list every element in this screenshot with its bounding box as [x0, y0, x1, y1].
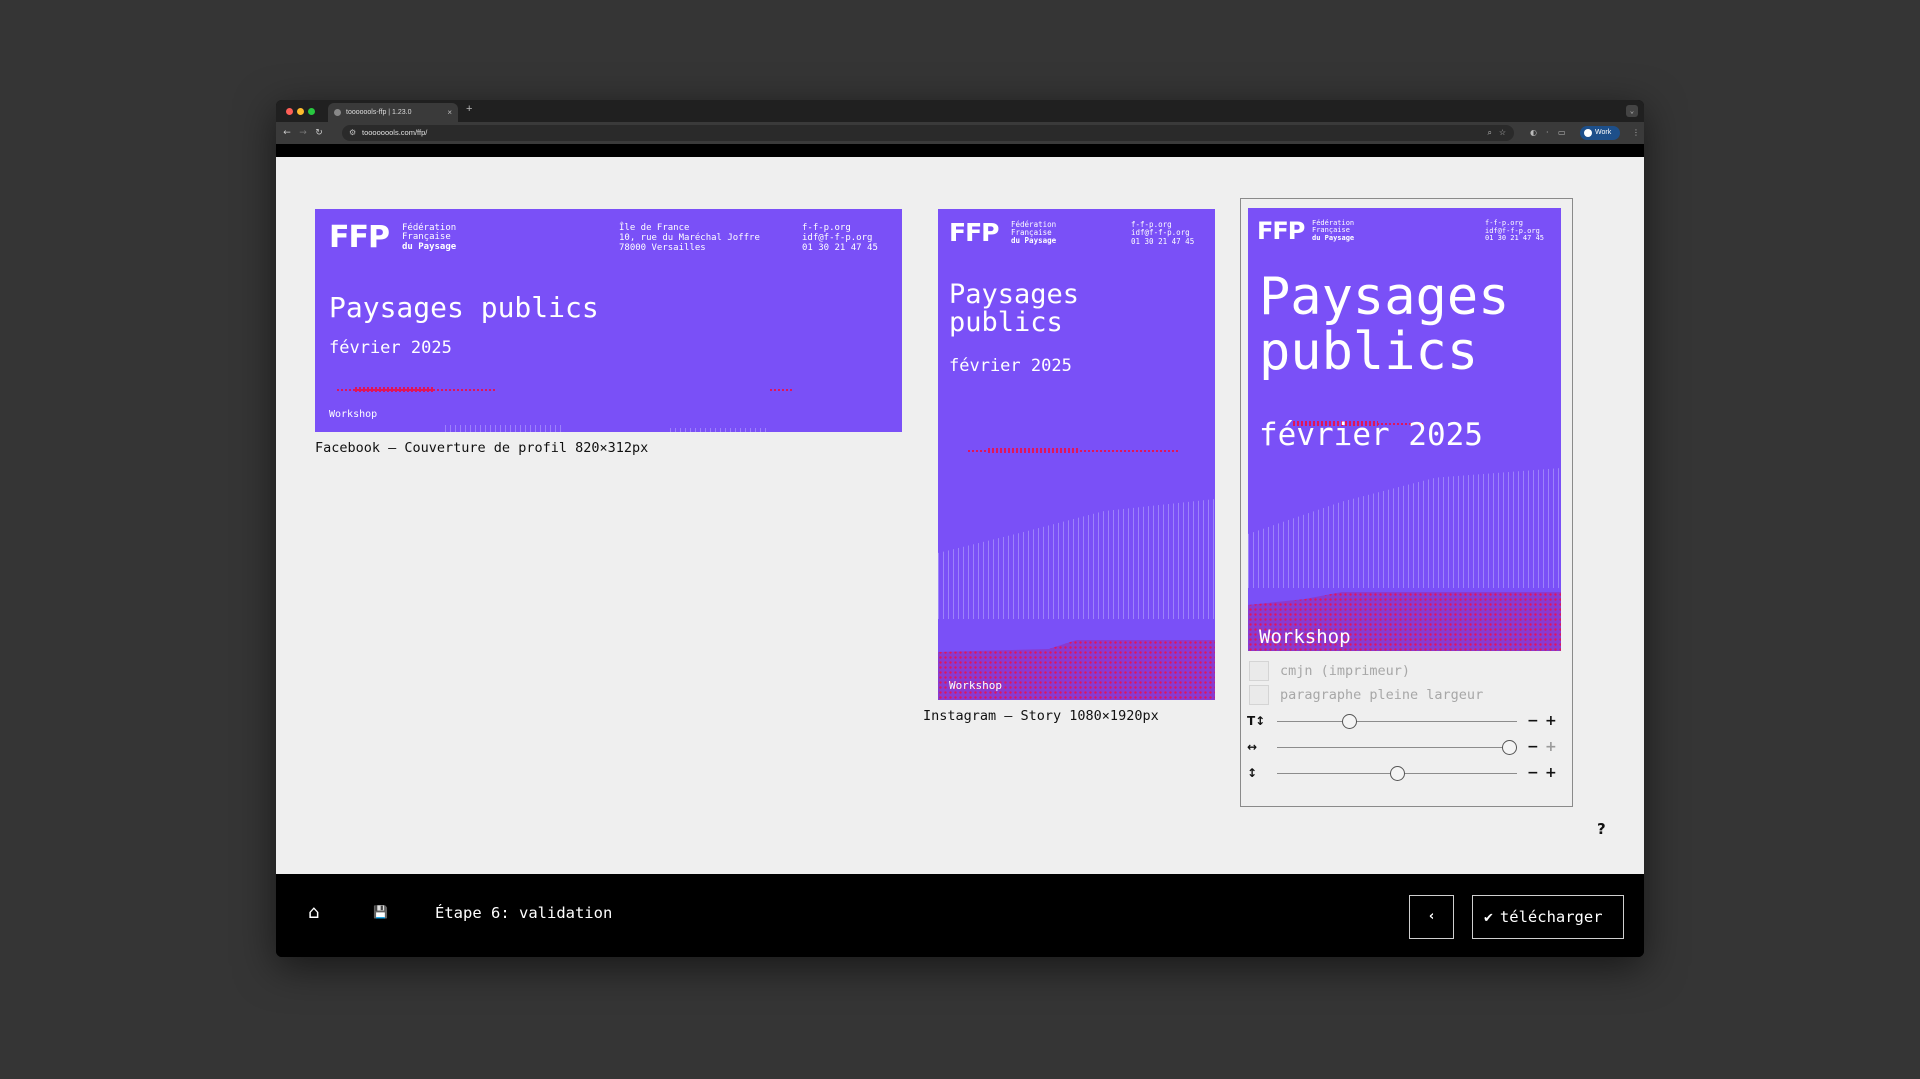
- ffp-logo: FFP: [949, 218, 999, 247]
- decrease-button[interactable]: −: [1527, 763, 1539, 783]
- browser-toolbar: ← → ↻ ⚙ toooooools.com/ffp/ ⌕ ☆ ◐ · ▭ Wo…: [276, 122, 1644, 144]
- tab-search-icon[interactable]: ⌄: [1626, 105, 1638, 117]
- width-icon: ↔: [1247, 740, 1258, 754]
- cmjn-checkbox[interactable]: [1249, 661, 1269, 681]
- download-button[interactable]: ✔ télécharger: [1472, 895, 1624, 939]
- ffp-logo: FFP: [329, 220, 390, 255]
- stripe-pattern: [938, 499, 1215, 619]
- text-size-icon: T↕: [1247, 714, 1266, 728]
- url-text: toooooools.com/ffp/: [362, 128, 428, 137]
- slider-knob[interactable]: [1341, 714, 1357, 729]
- instagram-caption: Instagram — Story 1080×1920px: [923, 708, 1159, 724]
- step-label: Étape 6: validation: [435, 904, 613, 922]
- org-name: Fédération Française du Paysage: [1312, 219, 1355, 242]
- browser-menu-icon[interactable]: ⋮: [1632, 126, 1640, 140]
- extension-icon-2[interactable]: ·: [1546, 126, 1549, 140]
- previous-step-button[interactable]: ‹: [1409, 895, 1454, 939]
- stripe-pattern: [445, 425, 565, 432]
- decrease-button[interactable]: −: [1527, 711, 1539, 731]
- address-bar[interactable]: ⚙ toooooools.com/ffp/ ⌕ ☆: [342, 125, 1514, 141]
- width-slider[interactable]: ↔ − +: [1247, 737, 1565, 757]
- height-icon: ↕: [1247, 766, 1258, 780]
- selected-story-preview[interactable]: FFP Fédération Française du Paysage f-f-p.…: [1248, 208, 1561, 651]
- poster-date: février 2025: [949, 356, 1072, 376]
- decrease-button[interactable]: −: [1527, 737, 1539, 757]
- full-width-paragraph-checkbox[interactable]: [1249, 685, 1269, 705]
- poster-title: Paysages publics: [1259, 267, 1510, 382]
- address: Île de France 10, rue du Maréchal Joffre 7…: [619, 223, 760, 253]
- poster-date: février 2025: [1259, 417, 1483, 453]
- poster-tag: Workshop: [1259, 626, 1351, 648]
- save-icon[interactable]: 💾: [373, 905, 388, 919]
- profile-badge[interactable]: Work: [1580, 126, 1620, 140]
- app-canvas: FFP Fédération Française du Paysage Île de…: [276, 157, 1644, 874]
- poster-title: Paysages publics: [329, 291, 599, 324]
- poster-title: Paysages publics: [949, 279, 1080, 339]
- extension-icon[interactable]: ◐: [1530, 126, 1537, 140]
- reload-icon[interactable]: ↻: [312, 126, 326, 140]
- back-arrow-icon[interactable]: ←: [280, 126, 294, 140]
- poster-tag: Workshop: [329, 409, 378, 420]
- full-width-paragraph-label: paragraphe pleine largeur: [1280, 687, 1484, 703]
- stripe-pattern-2: [670, 428, 770, 432]
- increase-button[interactable]: +: [1545, 711, 1557, 731]
- download-label: télécharger: [1499, 908, 1603, 926]
- favicon-icon: [334, 109, 341, 116]
- height-slider[interactable]: ↕ − +: [1247, 763, 1565, 783]
- red-dot-bar-dense: [988, 448, 1078, 453]
- minimize-window-icon[interactable]: [297, 108, 304, 115]
- bookmark-star-icon[interactable]: ☆: [1499, 125, 1506, 141]
- tab-close-icon[interactable]: ×: [447, 103, 452, 122]
- org-name: Fédération Française du Paysage: [1011, 220, 1057, 245]
- tab-title: tooooools-ffp | 1.23.0: [346, 109, 412, 116]
- slider-knob[interactable]: [1502, 740, 1518, 755]
- tab-bar: tooooools-ffp | 1.23.0 × + ⌄: [276, 100, 1644, 122]
- ffp-logo: FFP: [1257, 217, 1305, 245]
- org-name: Fédération Française du Paysage: [402, 223, 457, 252]
- forward-arrow-icon[interactable]: →: [296, 126, 310, 140]
- cmjn-option[interactable]: cmjn (imprimeur): [1249, 661, 1569, 681]
- footer-bar: ⌂ 💾 Étape 6: validation ‹ ✔ télécharger: [276, 874, 1644, 957]
- browser-tab[interactable]: tooooools-ffp | 1.23.0 ×: [328, 103, 458, 122]
- checkmark-icon: ✔: [1483, 911, 1494, 926]
- red-dot-bar-dense: [355, 387, 435, 392]
- increase-button[interactable]: +: [1545, 737, 1557, 757]
- instagram-story-preview[interactable]: FFP Fédération Française du Paysage f-f-p.…: [938, 209, 1215, 700]
- facebook-cover-preview[interactable]: FFP Fédération Française du Paysage Île de…: [315, 209, 902, 432]
- home-icon[interactable]: ⌂: [308, 902, 319, 923]
- cmjn-label: cmjn (imprimeur): [1280, 663, 1411, 679]
- facebook-caption: Facebook — Couverture de profil 820×312p…: [315, 440, 649, 456]
- site-info-icon[interactable]: ⚙: [349, 125, 356, 141]
- extensions-puzzle-icon[interactable]: ▭: [1558, 126, 1566, 140]
- help-button[interactable]: ?: [1597, 820, 1606, 838]
- slider-track[interactable]: [1277, 721, 1517, 722]
- new-tab-button[interactable]: +: [466, 103, 472, 115]
- full-width-paragraph-option[interactable]: paragraphe pleine largeur: [1249, 685, 1569, 705]
- slider-knob[interactable]: [1389, 766, 1405, 781]
- zoom-icon[interactable]: ⌕: [1488, 125, 1492, 141]
- browser-window: tooooools-ffp | 1.23.0 × + ⌄ ← → ↻ ⚙ too…: [276, 100, 1644, 957]
- contact: f-f-p.org idf@f-f-p.org 01 30 21 47 45: [1485, 219, 1545, 243]
- contact: f-f-p.org idf@f-f-p.org 01 30 21 47 45: [1131, 220, 1195, 246]
- maximize-window-icon[interactable]: [308, 108, 315, 115]
- increase-button[interactable]: +: [1545, 763, 1557, 783]
- poster-tag: Workshop: [949, 679, 1002, 692]
- slider-track[interactable]: [1277, 747, 1517, 748]
- stripe-pattern: [1248, 468, 1561, 588]
- close-window-icon[interactable]: [286, 108, 293, 115]
- selected-format-panel: FFP Fédération Française du Paysage f-f-p.…: [1240, 198, 1573, 807]
- poster-date: février 2025: [329, 338, 452, 358]
- red-dot-bar-small: [770, 389, 792, 391]
- text-size-slider[interactable]: T↕ − +: [1247, 711, 1565, 731]
- contact: f-f-p.org idf@f-f-p.org 01 30 21 47 45: [802, 223, 878, 253]
